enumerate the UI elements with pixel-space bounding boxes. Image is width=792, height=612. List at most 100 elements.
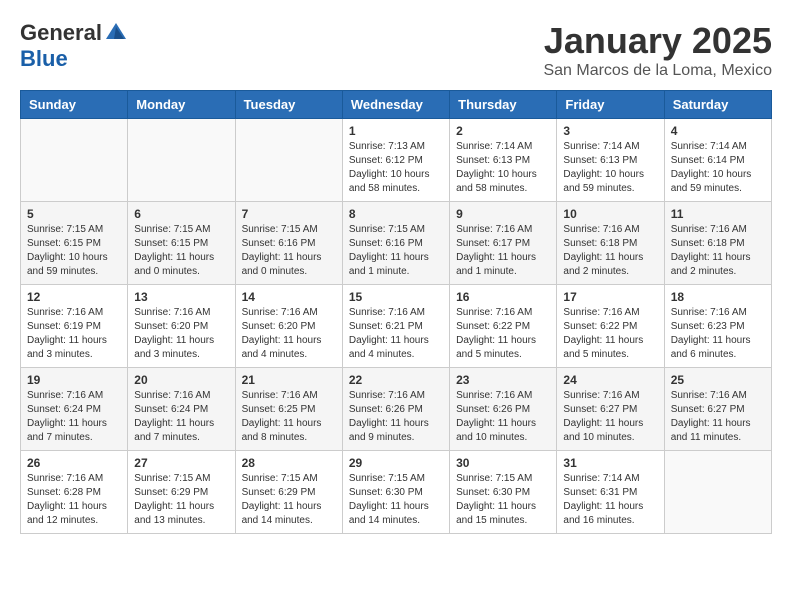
calendar-cell: 3Sunrise: 7:14 AM Sunset: 6:13 PM Daylig… xyxy=(557,119,664,202)
calendar-cell: 6 Sunrise: 7:15 AM Sunset: 6:15 PM Daylig… xyxy=(128,202,235,285)
day-info: Sunrise: 7:16 AM Sunset: 6:24 PM Dayligh… xyxy=(27,389,121,445)
calendar-header-wednesday: Wednesday xyxy=(342,91,449,119)
calendar-cell xyxy=(664,451,771,534)
day-info: Sunrise: 7:16 AM Sunset: 6:27 PM Dayligh… xyxy=(671,389,765,445)
day-number: 5 xyxy=(27,207,121,221)
calendar-cell: 25Sunrise: 7:16 AM Sunset: 6:27 PM Dayli… xyxy=(664,368,771,451)
day-info: Sunrise: 7:16 AM Sunset: 6:23 PM Dayligh… xyxy=(671,306,765,362)
calendar-week-5: 26 Sunrise: 7:16 AM Sunset: 6:28 PM Dayli… xyxy=(21,451,772,534)
day-number: 26 xyxy=(27,456,121,470)
day-info: Sunrise: 7:16 AM Sunset: 6:22 PM Dayligh… xyxy=(456,306,550,362)
day-info: Sunrise: 7:16 AM Sunset: 6:27 PM Dayligh… xyxy=(563,389,657,445)
day-number: 4 xyxy=(671,124,765,138)
day-info: Sunrise: 7:16 AM Sunset: 6:26 PM Dayligh… xyxy=(456,389,550,445)
calendar-cell: 8 Sunrise: 7:15 AM Sunset: 6:16 PM Daylig… xyxy=(342,202,449,285)
calendar-cell: 26 Sunrise: 7:16 AM Sunset: 6:28 PM Dayli… xyxy=(21,451,128,534)
calendar-cell: 17 Sunrise: 7:16 AM Sunset: 6:22 PM Dayli… xyxy=(557,285,664,368)
day-number: 30 xyxy=(456,456,550,470)
calendar-cell: 14 Sunrise: 7:16 AM Sunset: 6:20 PM Dayli… xyxy=(235,285,342,368)
calendar-cell: 29Sunrise: 7:15 AM Sunset: 6:30 PM Dayli… xyxy=(342,451,449,534)
logo-icon xyxy=(104,21,128,45)
day-number: 16 xyxy=(456,290,550,304)
day-info: Sunrise: 7:16 AM Sunset: 6:18 PM Dayligh… xyxy=(563,223,657,279)
calendar-cell: 2 Sunrise: 7:14 AM Sunset: 6:13 PM Daylig… xyxy=(450,119,557,202)
day-number: 13 xyxy=(134,290,228,304)
day-info: Sunrise: 7:16 AM Sunset: 6:18 PM Dayligh… xyxy=(671,223,765,279)
day-number: 9 xyxy=(456,207,550,221)
day-info: Sunrise: 7:16 AM Sunset: 6:20 PM Dayligh… xyxy=(134,306,228,362)
day-info: Sunrise: 7:16 AM Sunset: 6:26 PM Dayligh… xyxy=(349,389,443,445)
day-number: 11 xyxy=(671,207,765,221)
calendar-week-3: 12 Sunrise: 7:16 AM Sunset: 6:19 PM Dayli… xyxy=(21,285,772,368)
calendar-cell: 10 Sunrise: 7:16 AM Sunset: 6:18 PM Dayli… xyxy=(557,202,664,285)
calendar-header-friday: Friday xyxy=(557,91,664,119)
calendar-week-2: 5 Sunrise: 7:15 AM Sunset: 6:15 PM Daylig… xyxy=(21,202,772,285)
day-info: Sunrise: 7:15 AM Sunset: 6:29 PM Dayligh… xyxy=(134,472,228,528)
day-info: Sunrise: 7:16 AM Sunset: 6:25 PM Dayligh… xyxy=(242,389,336,445)
calendar-cell: 9 Sunrise: 7:16 AM Sunset: 6:17 PM Daylig… xyxy=(450,202,557,285)
day-number: 8 xyxy=(349,207,443,221)
calendar-header-sunday: Sunday xyxy=(21,91,128,119)
calendar-cell: 15Sunrise: 7:16 AM Sunset: 6:21 PM Dayli… xyxy=(342,285,449,368)
day-number: 7 xyxy=(242,207,336,221)
day-number: 27 xyxy=(134,456,228,470)
calendar-cell: 30 Sunrise: 7:15 AM Sunset: 6:30 PM Dayli… xyxy=(450,451,557,534)
day-info: Sunrise: 7:16 AM Sunset: 6:22 PM Dayligh… xyxy=(563,306,657,362)
calendar-cell: 16 Sunrise: 7:16 AM Sunset: 6:22 PM Dayli… xyxy=(450,285,557,368)
day-info: Sunrise: 7:16 AM Sunset: 6:20 PM Dayligh… xyxy=(242,306,336,362)
day-info: Sunrise: 7:16 AM Sunset: 6:28 PM Dayligh… xyxy=(27,472,121,528)
day-info: Sunrise: 7:15 AM Sunset: 6:29 PM Dayligh… xyxy=(242,472,336,528)
day-info: Sunrise: 7:15 AM Sunset: 6:15 PM Dayligh… xyxy=(134,223,228,279)
day-info: Sunrise: 7:15 AM Sunset: 6:16 PM Dayligh… xyxy=(349,223,443,279)
day-number: 2 xyxy=(456,124,550,138)
calendar-cell: 22 Sunrise: 7:16 AM Sunset: 6:26 PM Dayli… xyxy=(342,368,449,451)
logo-blue-text: Blue xyxy=(20,46,68,72)
day-number: 24 xyxy=(563,373,657,387)
calendar-cell xyxy=(21,119,128,202)
calendar-cell: 12 Sunrise: 7:16 AM Sunset: 6:19 PM Dayli… xyxy=(21,285,128,368)
day-number: 1 xyxy=(349,124,443,138)
logo: General Blue xyxy=(20,20,128,72)
calendar-week-1: 1Sunrise: 7:13 AM Sunset: 6:12 PM Daylig… xyxy=(21,119,772,202)
day-info: Sunrise: 7:15 AM Sunset: 6:30 PM Dayligh… xyxy=(349,472,443,528)
calendar-cell: 27 Sunrise: 7:15 AM Sunset: 6:29 PM Dayli… xyxy=(128,451,235,534)
calendar-cell: 1Sunrise: 7:13 AM Sunset: 6:12 PM Daylig… xyxy=(342,119,449,202)
day-number: 6 xyxy=(134,207,228,221)
logo-general-text: General xyxy=(20,20,102,46)
day-number: 18 xyxy=(671,290,765,304)
calendar-cell: 19Sunrise: 7:16 AM Sunset: 6:24 PM Dayli… xyxy=(21,368,128,451)
calendar-table: SundayMondayTuesdayWednesdayThursdayFrid… xyxy=(20,90,772,534)
day-number: 22 xyxy=(349,373,443,387)
title-section: January 2025 San Marcos de la Loma, Mexi… xyxy=(543,20,772,80)
day-info: Sunrise: 7:16 AM Sunset: 6:24 PM Dayligh… xyxy=(134,389,228,445)
calendar-cell: 21Sunrise: 7:16 AM Sunset: 6:25 PM Dayli… xyxy=(235,368,342,451)
calendar-cell: 23Sunrise: 7:16 AM Sunset: 6:26 PM Dayli… xyxy=(450,368,557,451)
day-info: Sunrise: 7:16 AM Sunset: 6:19 PM Dayligh… xyxy=(27,306,121,362)
day-number: 17 xyxy=(563,290,657,304)
day-number: 20 xyxy=(134,373,228,387)
day-number: 10 xyxy=(563,207,657,221)
day-info: Sunrise: 7:14 AM Sunset: 6:13 PM Dayligh… xyxy=(456,140,550,196)
page-header: General Blue January 2025 San Marcos de … xyxy=(20,20,772,80)
calendar-cell: 5 Sunrise: 7:15 AM Sunset: 6:15 PM Daylig… xyxy=(21,202,128,285)
day-info: Sunrise: 7:15 AM Sunset: 6:16 PM Dayligh… xyxy=(242,223,336,279)
day-info: Sunrise: 7:14 AM Sunset: 6:13 PM Dayligh… xyxy=(563,140,657,196)
day-info: Sunrise: 7:15 AM Sunset: 6:30 PM Dayligh… xyxy=(456,472,550,528)
calendar-cell: 31 Sunrise: 7:14 AM Sunset: 6:31 PM Dayli… xyxy=(557,451,664,534)
day-info: Sunrise: 7:14 AM Sunset: 6:14 PM Dayligh… xyxy=(671,140,765,196)
day-info: Sunrise: 7:14 AM Sunset: 6:31 PM Dayligh… xyxy=(563,472,657,528)
day-number: 12 xyxy=(27,290,121,304)
calendar-header-saturday: Saturday xyxy=(664,91,771,119)
day-number: 14 xyxy=(242,290,336,304)
day-info: Sunrise: 7:16 AM Sunset: 6:21 PM Dayligh… xyxy=(349,306,443,362)
month-title: January 2025 xyxy=(543,20,772,62)
calendar-cell: 28Sunrise: 7:15 AM Sunset: 6:29 PM Dayli… xyxy=(235,451,342,534)
calendar-cell: 18 Sunrise: 7:16 AM Sunset: 6:23 PM Dayli… xyxy=(664,285,771,368)
location-title: San Marcos de la Loma, Mexico xyxy=(543,62,772,80)
calendar-cell: 20 Sunrise: 7:16 AM Sunset: 6:24 PM Dayli… xyxy=(128,368,235,451)
day-info: Sunrise: 7:16 AM Sunset: 6:17 PM Dayligh… xyxy=(456,223,550,279)
calendar-cell: 13 Sunrise: 7:16 AM Sunset: 6:20 PM Dayli… xyxy=(128,285,235,368)
calendar-cell xyxy=(235,119,342,202)
day-info: Sunrise: 7:15 AM Sunset: 6:15 PM Dayligh… xyxy=(27,223,121,279)
day-number: 31 xyxy=(563,456,657,470)
